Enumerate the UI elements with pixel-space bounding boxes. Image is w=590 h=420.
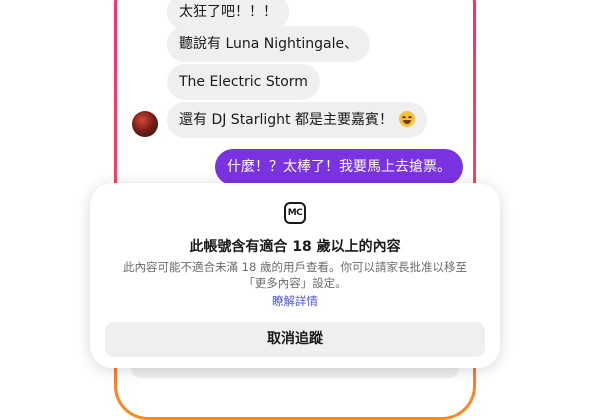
mature-content-icon: MC	[284, 202, 306, 224]
sheet-title: 此帳號含有適合 18 歲以上的內容	[189, 239, 401, 255]
message-bubble: 聽說有 Luna Nightingale、	[167, 26, 371, 62]
unfollow-button[interactable]: 取消追蹤	[105, 322, 485, 357]
message-text: 什麼！？太棒了！我要馬上去搶票。	[227, 159, 451, 175]
message-text: 還有 DJ Starlight 都是主要嘉賓！	[179, 112, 393, 128]
learn-more-link[interactable]: 瞭解詳情	[90, 293, 500, 309]
message-text: 聽說有 Luna Nightingale、	[179, 36, 359, 52]
message-bubble: The Electric Storm	[167, 64, 320, 100]
star-struck-emoji-icon	[399, 111, 416, 127]
message-bubble: 還有 DJ Starlight 都是主要嘉賓！	[167, 102, 428, 138]
outgoing-message-bubble: 什麼！？太棒了！我要馬上去搶票。	[215, 149, 463, 185]
message-text: The Electric Storm	[179, 74, 308, 90]
sheet-description: 此內容可能不適合未滿 18 歲的用戶查看。你可以請家長批准以移至「更多內容」設定…	[123, 260, 467, 290]
message-text: 太狂了吧！！！	[179, 4, 277, 20]
mature-content-sheet: MC 此帳號含有適合 18 歲以上的內容 此內容可能不適合未滿 18 歲的用戶查…	[90, 183, 500, 368]
avatar[interactable]	[132, 111, 158, 137]
